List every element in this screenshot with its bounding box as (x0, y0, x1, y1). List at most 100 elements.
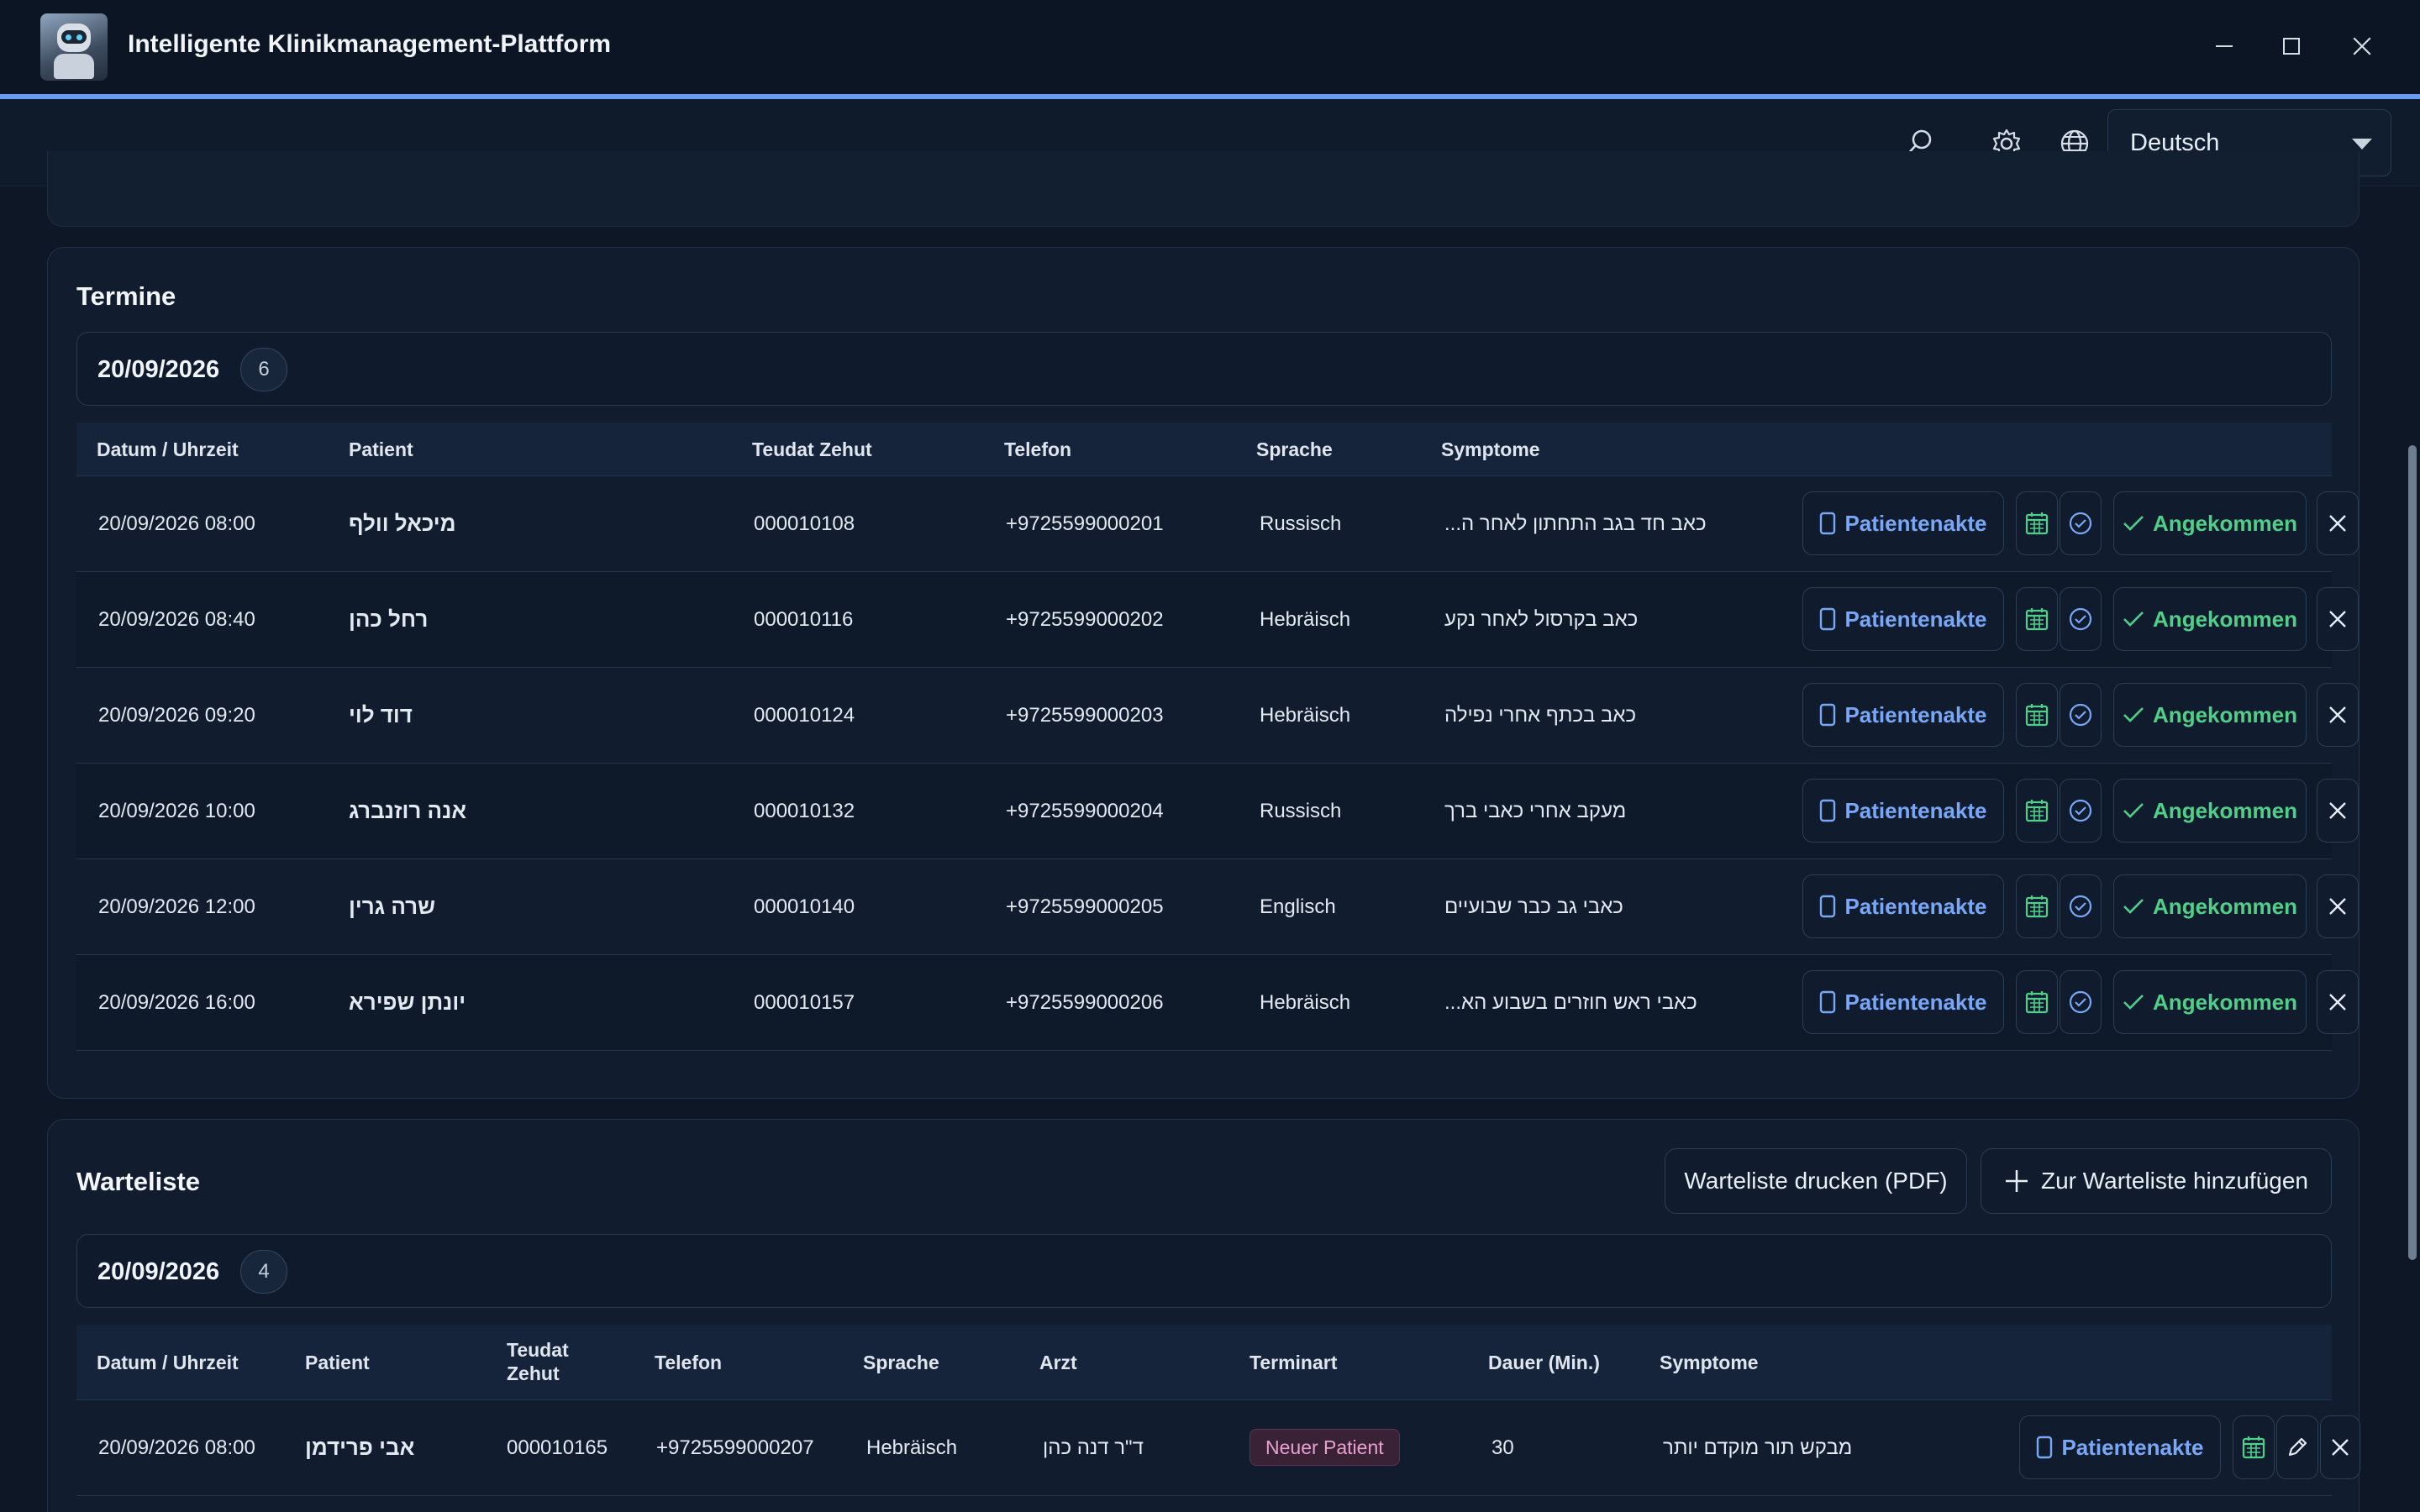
close-icon (2329, 994, 2346, 1011)
cancel-appointment-button[interactable] (2317, 587, 2359, 651)
arrived-label: Angekommen (2153, 510, 2297, 536)
close-icon (2329, 898, 2346, 915)
cancel-appointment-button[interactable] (2317, 683, 2359, 747)
patient-record-button[interactable]: Patientenakte (1802, 779, 2004, 843)
row-datetime: 20/09/2026 08:00 (98, 512, 255, 535)
row-patient: אנה רוזנברג (349, 798, 467, 823)
document-icon (1820, 990, 1836, 1014)
appointments-table-header: Datum / Uhrzeit Patient Teudat Zehut Tel… (76, 423, 2332, 476)
maximize-button[interactable] (2270, 25, 2312, 67)
row-datetime: 20/09/2026 12:00 (98, 895, 255, 918)
maximize-icon (2283, 38, 2300, 55)
confirm-button[interactable] (2060, 874, 2102, 938)
calendar-icon (2025, 991, 2049, 1014)
table-row: 20/09/2026 09:20 דוד לוי 000010124 +9725599… (76, 668, 2359, 764)
column-header-datetime: Datum / Uhrzeit (97, 438, 239, 460)
patient-record-button[interactable]: Patientenakte (1802, 587, 2004, 651)
waitlist-title: Warteliste (76, 1167, 201, 1196)
arrived-button[interactable]: Angekommen (2113, 683, 2307, 747)
plus-icon (2006, 1170, 2028, 1192)
column-header-patient: Patient (349, 438, 413, 460)
reschedule-button[interactable] (2016, 587, 2058, 651)
cancel-appointment-button[interactable] (2317, 491, 2359, 555)
waitlist-date-group[interactable]: 20/09/2026 4 (76, 1234, 2332, 1308)
minimize-icon (2216, 45, 2233, 47)
check-icon (2123, 995, 2144, 1010)
patient-record-label: Patientenakte (1844, 510, 1987, 536)
row-symptoms: כאבי גב כבר שבועיים (1444, 895, 1623, 918)
column-header-id: Teudat Zehut (752, 438, 872, 460)
patient-record-label: Patientenakte (1844, 606, 1987, 632)
waitlist-card: Warteliste Warteliste drucken (PDF) Zur … (47, 1119, 2360, 1512)
arrived-label: Angekommen (2153, 893, 2297, 919)
check-icon (2123, 707, 2144, 722)
row-teudat-zehut: 000010165 (507, 1436, 608, 1459)
patient-record-button[interactable]: Patientenakte (2019, 1415, 2221, 1479)
document-icon (1820, 799, 1836, 822)
appointment-type-badge: Neuer Patient (1249, 1429, 1400, 1466)
confirm-button[interactable] (2060, 970, 2102, 1034)
title-bar: Intelligente Klinikmanagement-Plattform (0, 0, 2420, 94)
add-to-waitlist-button[interactable]: Zur Warteliste hinzufügen (1981, 1148, 2332, 1214)
close-icon (2329, 515, 2346, 532)
check-circle-icon (2069, 895, 2092, 918)
confirm-button[interactable] (2060, 779, 2102, 843)
reschedule-button[interactable] (2016, 874, 2058, 938)
patient-record-label: Patientenakte (1844, 701, 1987, 727)
patient-record-button[interactable]: Patientenakte (1802, 874, 2004, 938)
arrived-button[interactable]: Angekommen (2113, 491, 2307, 555)
arrived-label: Angekommen (2153, 989, 2297, 1015)
row-symptoms: כאבי ראש חוזרים בשבוע הא... (1444, 991, 1697, 1014)
wl-column-header-doctor: Arzt (1039, 1352, 1077, 1373)
arrived-button[interactable]: Angekommen (2113, 970, 2307, 1034)
cancel-appointment-button[interactable] (2317, 874, 2359, 938)
minimize-button[interactable] (2203, 25, 2245, 67)
row-patient: דוד לוי (349, 702, 413, 727)
reschedule-button[interactable] (2016, 491, 2058, 555)
row-language: Englisch (1260, 895, 1336, 918)
wl-column-header-patient: Patient (305, 1352, 370, 1373)
calendar-icon (2025, 608, 2049, 631)
cancel-appointment-button[interactable] (2317, 970, 2359, 1034)
row-patient: מיכאל וולף (349, 511, 456, 536)
row-datetime: 20/09/2026 08:40 (98, 608, 255, 631)
row-patient: יונתן שפירא (349, 990, 466, 1015)
waitlist-date: 20/09/2026 (97, 1258, 220, 1285)
edit-button[interactable] (2276, 1415, 2318, 1479)
confirm-button[interactable] (2060, 491, 2102, 555)
reschedule-button[interactable] (2016, 779, 2058, 843)
patient-record-label: Patientenakte (1844, 893, 1987, 919)
row-doctor: ד"ר דנה כהן (1043, 1436, 1144, 1459)
arrived-button[interactable]: Angekommen (2113, 874, 2307, 938)
previous-section-card (47, 151, 2360, 227)
row-teudat-zehut: 000010140 (754, 895, 855, 918)
arrived-label: Angekommen (2153, 701, 2297, 727)
arrived-button[interactable]: Angekommen (2113, 587, 2307, 651)
calendar-icon (2025, 895, 2049, 918)
document-icon (1820, 895, 1836, 918)
remove-from-waitlist-button[interactable] (2320, 1415, 2360, 1479)
patient-record-button[interactable]: Patientenakte (1802, 970, 2004, 1034)
print-waitlist-button[interactable]: Warteliste drucken (PDF) (1665, 1148, 1967, 1214)
patient-record-button[interactable]: Patientenakte (1802, 683, 2004, 747)
scrollbar-thumb[interactable] (2408, 445, 2417, 1260)
close-window-button[interactable] (2341, 25, 2383, 67)
confirm-button[interactable] (2060, 683, 2102, 747)
appointments-date-group[interactable]: 20/09/2026 6 (76, 332, 2332, 406)
row-teudat-zehut: 000010108 (754, 512, 855, 535)
reschedule-button[interactable] (2016, 970, 2058, 1034)
row-language: Hebräisch (1260, 991, 1351, 1014)
row-language: Hebräisch (1260, 704, 1351, 727)
document-icon (1820, 607, 1836, 631)
patient-record-button[interactable]: Patientenakte (1802, 491, 2004, 555)
reschedule-button[interactable] (2016, 683, 2058, 747)
confirm-button[interactable] (2060, 587, 2102, 651)
row-symptoms: מעקב אחרי כאבי ברך (1444, 800, 1627, 822)
arrived-button[interactable]: Angekommen (2113, 779, 2307, 843)
check-circle-icon (2069, 512, 2092, 535)
patient-record-label: Patientenakte (2061, 1434, 2204, 1460)
row-datetime: 20/09/2026 08:00 (98, 1436, 255, 1459)
schedule-button[interactable] (2233, 1415, 2275, 1479)
cancel-appointment-button[interactable] (2317, 779, 2359, 843)
patient-record-label: Patientenakte (1844, 797, 1987, 823)
